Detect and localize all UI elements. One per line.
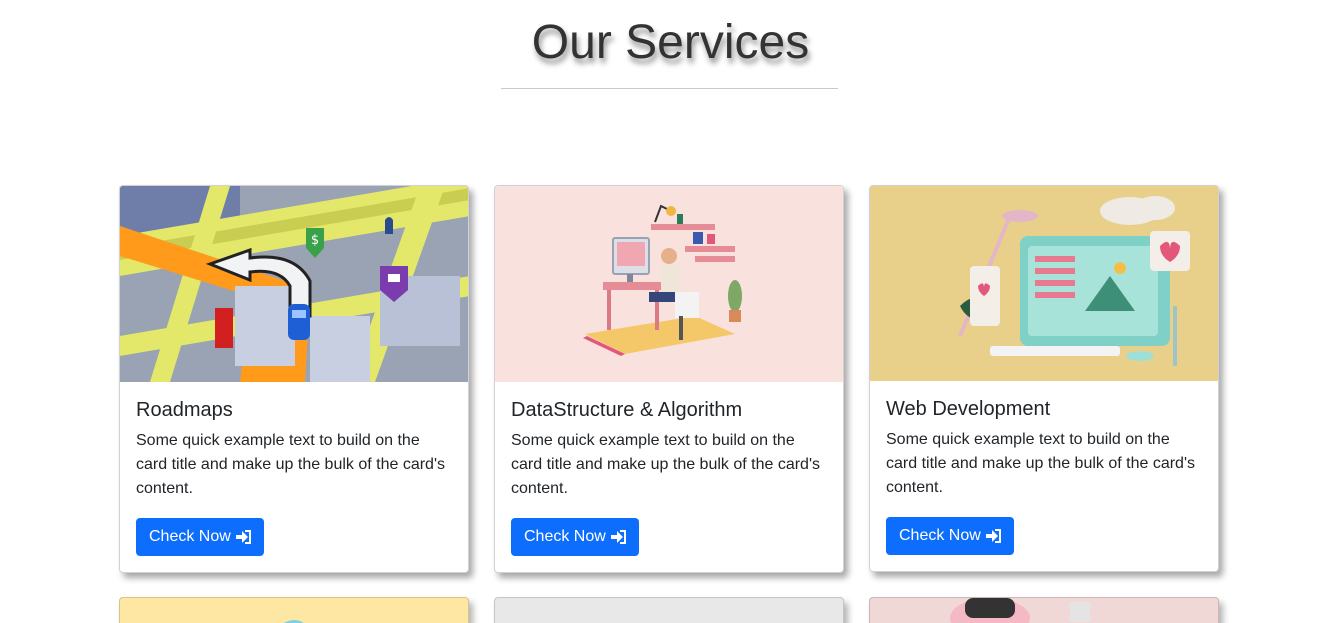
- check-now-button[interactable]: Check Now: [511, 518, 639, 556]
- service-card-partial: [119, 597, 469, 623]
- desk-worker-image: [495, 186, 843, 382]
- card-description: Some quick example text to build on the …: [886, 431, 1196, 496]
- card-title: Web Development: [886, 398, 1051, 420]
- svg-text:$: $: [311, 233, 319, 248]
- sign-in-icon: [235, 530, 251, 544]
- button-label: Check Now: [899, 527, 981, 544]
- button-label: Check Now: [149, 528, 231, 545]
- service-card-partial: [494, 597, 844, 623]
- service-card-web-dev: Web Development Some quick example text …: [869, 185, 1219, 572]
- sign-in-icon: [985, 529, 1001, 543]
- card-image-partial: [950, 598, 1090, 623]
- check-now-button[interactable]: Check Now: [136, 518, 264, 556]
- card-description: Some quick example text to build on the …: [511, 432, 821, 497]
- service-card-dsa: DataStructure & Algorithm Some quick exa…: [494, 185, 844, 573]
- service-card-partial: [869, 597, 1219, 623]
- button-label: Check Now: [524, 528, 606, 545]
- title-divider: [501, 88, 838, 89]
- card-title: Roadmaps: [136, 399, 233, 421]
- web-design-image: [870, 186, 1218, 381]
- card-description: Some quick example text to build on the …: [136, 432, 446, 497]
- service-card-roadmaps: $ Roadmaps Some quick example text to bu…: [119, 185, 469, 573]
- card-image-partial: [284, 620, 304, 623]
- check-now-button[interactable]: Check Now: [886, 517, 1014, 555]
- page-title: Our Services: [531, 16, 810, 69]
- navigation-map-image: $: [120, 186, 468, 382]
- sign-in-icon: [610, 530, 626, 544]
- card-title: DataStructure & Algorithm: [511, 399, 743, 421]
